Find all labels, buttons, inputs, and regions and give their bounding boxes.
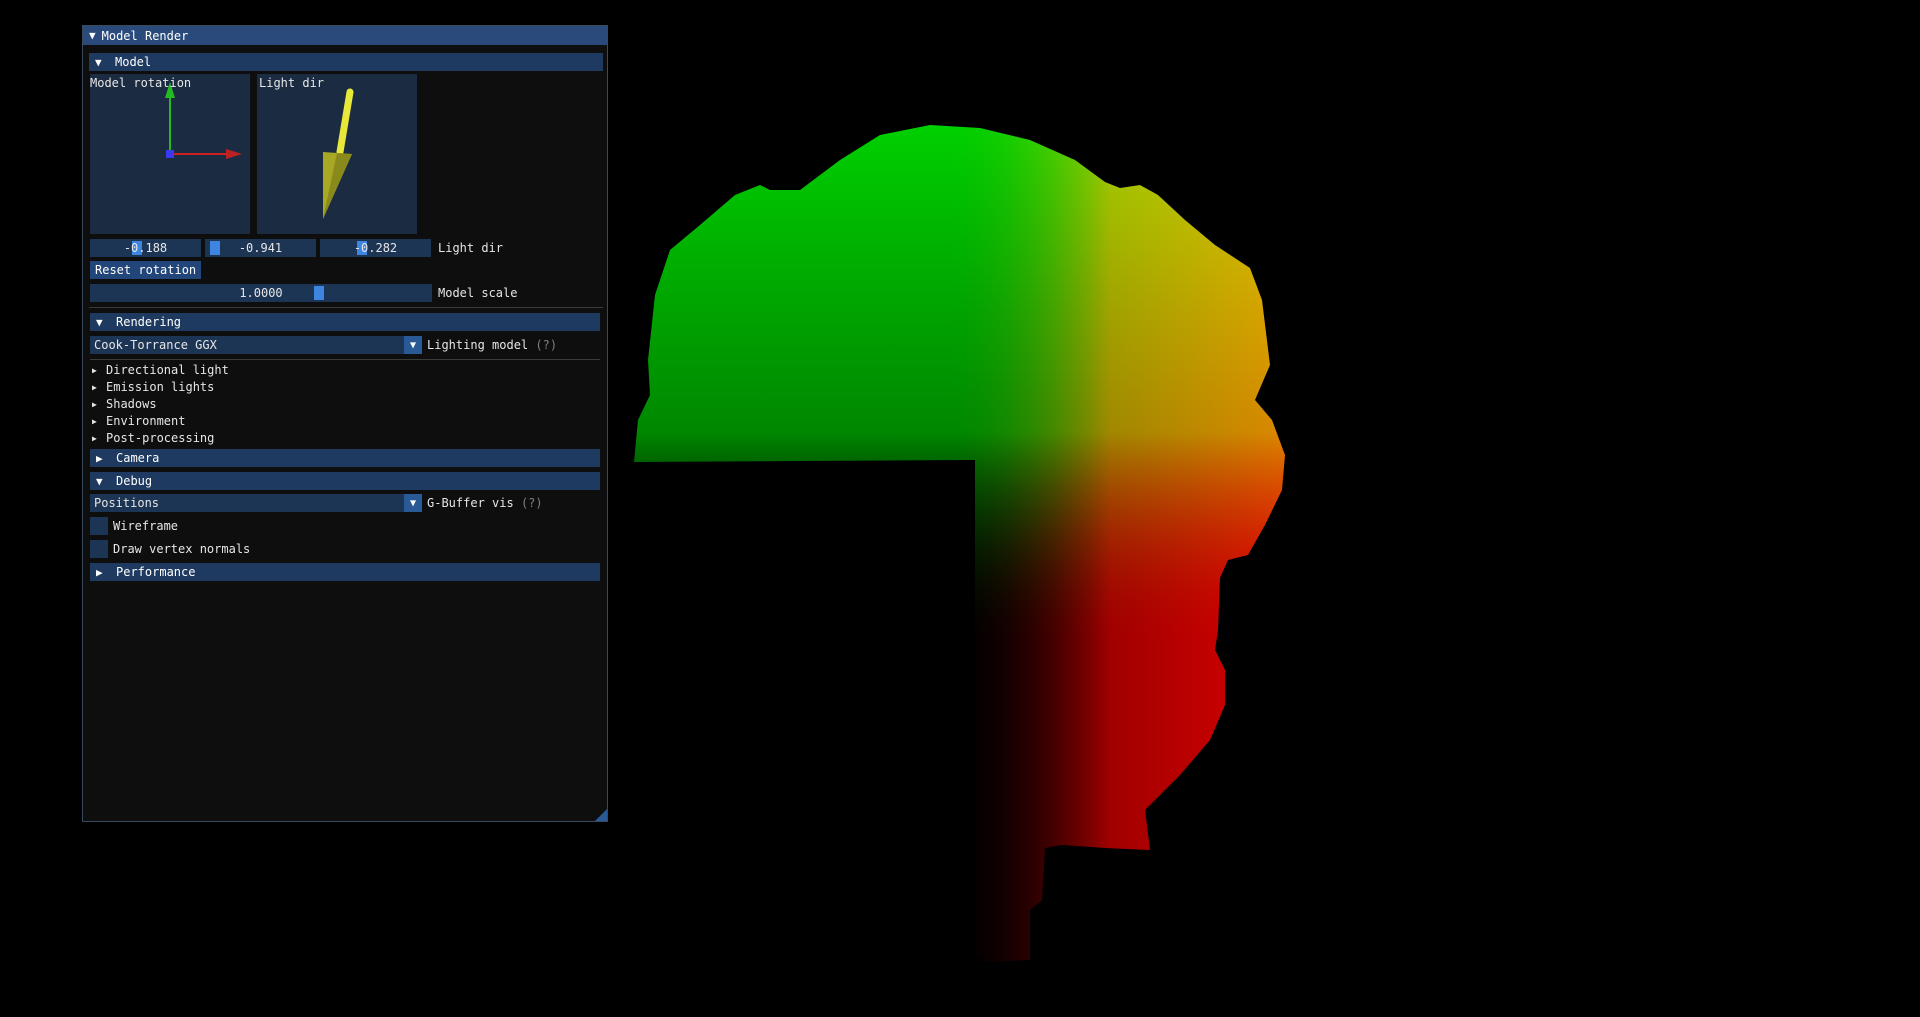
header-model[interactable]: ▼ Model	[89, 53, 603, 71]
tree-emission-lights[interactable]: ▶ Emission lights	[89, 379, 214, 395]
separator	[89, 307, 603, 308]
gbuffer-vis-combo[interactable]: Positions ▼	[90, 494, 422, 512]
light-dir-gizmo[interactable]	[257, 74, 417, 234]
gbuffer-vis-label-text: G-Buffer vis	[427, 496, 514, 510]
light-dir-y-value: -0.941	[238, 241, 283, 255]
tree-arrow-icon: ▶	[92, 433, 97, 443]
separator	[90, 359, 600, 360]
gbuffer-vis-value: Positions	[94, 496, 160, 510]
header-rendering-label: Rendering	[116, 315, 182, 329]
header-camera-label: Camera	[116, 451, 160, 465]
collapsed-arrow-icon: ▶	[96, 565, 103, 579]
lighting-model-label: Lighting model (?)	[427, 338, 557, 352]
model-rotation-label: Model rotation	[90, 76, 192, 90]
gbuffer-vis-help[interactable]: (?)	[521, 496, 543, 510]
wireframe-checkbox[interactable]	[90, 517, 108, 535]
model-rotation-gizmo[interactable]	[90, 74, 250, 234]
lighting-model-label-text: Lighting model	[427, 338, 529, 352]
model-scale-grab[interactable]	[314, 286, 324, 300]
header-model-label: Model	[115, 55, 152, 69]
tree-shadows-label: Shadows	[106, 397, 157, 411]
model-scale-label: Model scale	[438, 286, 518, 300]
header-debug-label: Debug	[116, 474, 153, 488]
wireframe-label: Wireframe	[113, 519, 179, 533]
header-debug[interactable]: ▼ Debug	[90, 472, 600, 490]
tree-arrow-icon: ▶	[92, 382, 97, 392]
tree-environment-label: Environment	[106, 414, 186, 428]
header-camera[interactable]: ▶ Camera	[90, 449, 600, 467]
expanded-arrow-icon: ▼	[96, 474, 103, 488]
axis-gizmo-icon	[165, 82, 242, 159]
light-dir-x-drag[interactable]: -0.188	[90, 239, 201, 257]
model-render-window[interactable]: ▼ Model Render ▼ Model Model rotation Li…	[82, 25, 608, 822]
tree-emission-lights-label: Emission lights	[106, 380, 215, 394]
light-dir-row-label: Light dir	[438, 241, 504, 255]
light-arrow-icon	[323, 88, 354, 219]
collapse-arrow-icon[interactable]: ▼	[89, 29, 96, 42]
light-dir-y-grab[interactable]	[210, 241, 220, 255]
draw-vertex-normals-label: Draw vertex normals	[113, 542, 251, 556]
tree-arrow-icon: ▶	[92, 416, 97, 426]
lighting-model-help[interactable]: (?)	[535, 338, 557, 352]
tree-shadows[interactable]: ▶ Shadows	[89, 396, 157, 412]
chevron-down-icon[interactable]: ▼	[404, 494, 422, 512]
header-performance-label: Performance	[116, 565, 196, 579]
lighting-model-combo[interactable]: Cook-Torrance GGX ▼	[90, 336, 422, 354]
header-performance[interactable]: ▶ Performance	[90, 563, 600, 581]
light-dir-label: Light dir	[259, 76, 325, 90]
expanded-arrow-icon: ▼	[96, 315, 103, 329]
light-dir-x-value: -0.188	[123, 241, 168, 255]
resize-grip[interactable]	[595, 809, 607, 821]
tree-directional-light-label: Directional light	[106, 363, 229, 377]
model-scale-value: 1.0000	[239, 286, 283, 300]
tree-directional-light[interactable]: ▶ Directional light	[89, 362, 229, 378]
draw-vertex-normals-checkbox[interactable]	[90, 540, 108, 558]
lighting-model-value: Cook-Torrance GGX	[94, 338, 217, 352]
tree-post-processing[interactable]: ▶ Post-processing	[89, 430, 214, 446]
chevron-down-icon[interactable]: ▼	[404, 336, 422, 354]
model-scale-slider[interactable]: 1.0000	[90, 284, 432, 302]
expanded-arrow-icon: ▼	[95, 55, 102, 69]
light-dir-z-drag[interactable]: -0.282	[320, 239, 431, 257]
light-dir-y-drag[interactable]: -0.941	[205, 239, 316, 257]
window-title: Model Render	[101, 28, 189, 43]
header-rendering[interactable]: ▼ Rendering	[90, 313, 600, 331]
window-titlebar[interactable]: ▼ Model Render	[83, 26, 607, 45]
tree-environment[interactable]: ▶ Environment	[89, 413, 185, 429]
gbuffer-vis-label: G-Buffer vis (?)	[427, 496, 543, 510]
light-dir-z-value: -0.282	[353, 241, 398, 255]
collapsed-arrow-icon: ▶	[96, 451, 103, 465]
tree-post-processing-label: Post-processing	[106, 431, 215, 445]
reset-rotation-button[interactable]: Reset rotation	[90, 261, 202, 279]
tree-arrow-icon: ▶	[92, 399, 97, 409]
tree-arrow-icon: ▶	[92, 365, 97, 375]
